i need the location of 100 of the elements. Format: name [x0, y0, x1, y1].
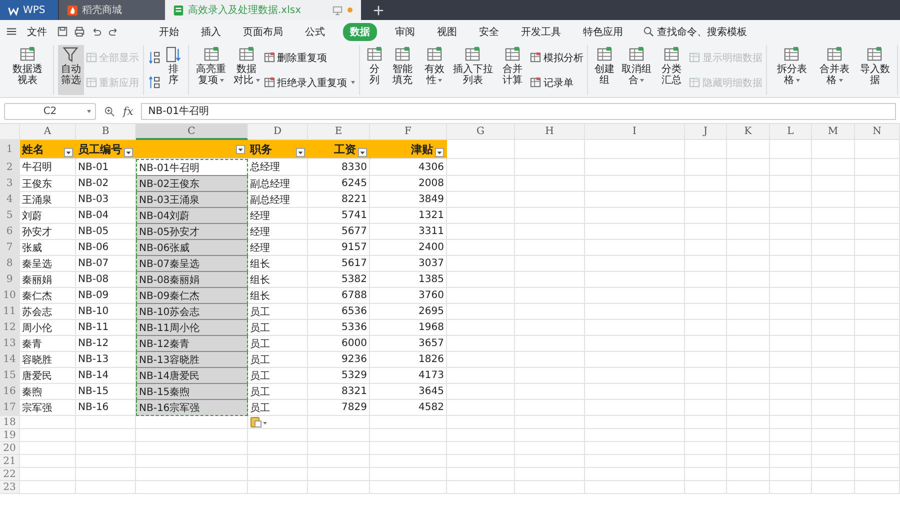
table-cell: 2008 — [370, 176, 447, 192]
menu-tab[interactable]: 特色应用 — [579, 22, 627, 40]
row-number[interactable]: 6 — [0, 224, 20, 240]
row-number[interactable]: 13 — [0, 336, 20, 352]
row-number[interactable]: 3 — [0, 176, 20, 192]
menu-tab[interactable]: 安全 — [475, 22, 503, 40]
column-header[interactable]: B — [76, 124, 136, 140]
table-cell: 4582 — [370, 400, 447, 416]
column-header[interactable]: K — [727, 124, 770, 140]
search-icon[interactable] — [643, 26, 654, 37]
filter-dropdown-button[interactable] — [64, 148, 73, 156]
paste-options-icon[interactable] — [250, 416, 268, 428]
ribbon-small-button[interactable]: 模拟分析 — [530, 50, 584, 64]
zoom-icon[interactable] — [104, 106, 115, 116]
ribbon-button[interactable]: 创建组 — [592, 45, 617, 95]
row-number[interactable]: 16 — [0, 384, 20, 400]
row-number[interactable]: 14 — [0, 352, 20, 368]
row-number[interactable]: 11 — [0, 304, 20, 320]
filter-dropdown-button[interactable] — [358, 148, 367, 156]
table-cell: 3311 — [370, 224, 447, 240]
row-number[interactable]: 23 — [0, 481, 20, 494]
row-number[interactable]: 1 — [0, 140, 20, 159]
row-number[interactable]: 10 — [0, 288, 20, 304]
ribbon-button[interactable]: 分列 — [364, 45, 385, 95]
table-cell: 王俊东 — [20, 176, 76, 192]
row-number[interactable]: 2 — [0, 159, 20, 176]
table-cell: 员工 — [248, 304, 308, 320]
row-number[interactable]: 22 — [0, 468, 20, 481]
command-search[interactable]: 查找命令、搜索模板 — [657, 24, 747, 38]
menu-tab[interactable]: 开始 — [155, 22, 183, 40]
ribbon-button[interactable]: 拆分表格 — [771, 45, 812, 95]
menu-tab[interactable]: 视图 — [433, 22, 461, 40]
column-header[interactable]: D — [248, 124, 308, 140]
column-header[interactable]: I — [585, 124, 685, 140]
save-icon[interactable] — [57, 26, 68, 37]
filter-dropdown-button[interactable] — [236, 144, 245, 154]
name-box[interactable]: C2 — [4, 102, 96, 120]
ribbon-button[interactable]: 插入下拉列表 — [450, 45, 496, 95]
row-number[interactable]: 18 — [0, 416, 20, 429]
row-number[interactable]: 12 — [0, 320, 20, 336]
flame-icon — [67, 4, 78, 16]
column-header[interactable]: A — [20, 124, 76, 140]
ribbon-button[interactable]: 有效性 — [420, 45, 448, 95]
menu-tab[interactable]: 审阅 — [391, 22, 419, 40]
menu-icon[interactable] — [6, 26, 17, 37]
ribbon-button[interactable]: 合并表格 — [814, 45, 855, 95]
filter-dropdown-button[interactable] — [124, 148, 133, 156]
menu-tab[interactable]: 开发工具 — [517, 22, 565, 40]
row-number[interactable]: 17 — [0, 400, 20, 416]
ribbon-button[interactable]: 取消组合 — [618, 45, 654, 95]
row-number[interactable]: 4 — [0, 192, 20, 208]
sort-descending-icon[interactable] — [148, 76, 162, 89]
document-tab[interactable]: WPS — [0, 0, 58, 20]
row-number[interactable]: 19 — [0, 429, 20, 442]
menu-tab[interactable]: 公式 — [301, 22, 329, 40]
print-icon[interactable] — [74, 26, 85, 37]
ribbon-small-button[interactable]: 删除重复项 — [264, 50, 355, 64]
file-menu[interactable]: 文件 — [23, 22, 51, 40]
new-tab-icon[interactable] — [373, 4, 384, 16]
row-number[interactable]: 15 — [0, 368, 20, 384]
ribbon-small-button[interactable]: 记录单 — [530, 76, 584, 90]
formula-field[interactable]: NB-01牛召明 — [141, 102, 896, 120]
function-button[interactable]: fx — [123, 104, 134, 118]
ribbon-button[interactable]: 智能填充 — [386, 45, 418, 95]
ribbon-small-button[interactable]: 拒绝录入重复项 — [264, 76, 355, 90]
column-title: 津贴 — [411, 142, 433, 156]
menu-tab[interactable]: 插入 — [197, 22, 225, 40]
table-cell: 宗军强 — [20, 400, 76, 416]
ribbon-button[interactable]: 数据透视表 — [6, 45, 49, 95]
ribbon-button[interactable]: 排序 — [163, 45, 184, 95]
column-header[interactable]: E — [308, 124, 370, 140]
redo-icon[interactable] — [108, 26, 119, 37]
row-number[interactable]: 8 — [0, 256, 20, 272]
undo-icon[interactable] — [91, 26, 102, 37]
row-number[interactable]: 21 — [0, 455, 20, 468]
ribbon-button[interactable]: 合并计算 — [497, 45, 528, 95]
column-header[interactable]: J — [685, 124, 727, 140]
column-header[interactable]: H — [515, 124, 585, 140]
column-header[interactable]: M — [812, 124, 855, 140]
row-number[interactable]: 7 — [0, 240, 20, 256]
row-number[interactable]: 20 — [0, 442, 20, 455]
column-header[interactable]: C — [136, 124, 248, 140]
column-header[interactable]: L — [770, 124, 812, 140]
filter-dropdown-button[interactable] — [296, 148, 305, 156]
table-cell: NB-10苏会志 — [136, 304, 248, 320]
ribbon-button[interactable]: 分类汇总 — [656, 45, 688, 95]
row-number[interactable]: 5 — [0, 208, 20, 224]
filter-dropdown-button[interactable] — [435, 148, 444, 156]
document-tab[interactable]: 稻壳商城 — [59, 0, 165, 20]
column-header[interactable]: N — [855, 124, 900, 140]
ribbon-button[interactable]: 数据对比 — [231, 45, 262, 95]
ribbon-button[interactable]: 自动筛选 — [58, 45, 84, 95]
table-icon — [826, 46, 844, 63]
menu-tab[interactable]: 页面布局 — [239, 22, 287, 40]
sort-ascending-icon[interactable] — [148, 51, 162, 64]
row-number[interactable]: 9 — [0, 272, 20, 288]
ribbon-button[interactable]: 导入数据 — [856, 45, 893, 95]
column-header[interactable]: F — [370, 124, 447, 140]
ribbon-button[interactable]: 高亮重复项 — [193, 45, 230, 95]
column-header[interactable]: G — [447, 124, 515, 140]
